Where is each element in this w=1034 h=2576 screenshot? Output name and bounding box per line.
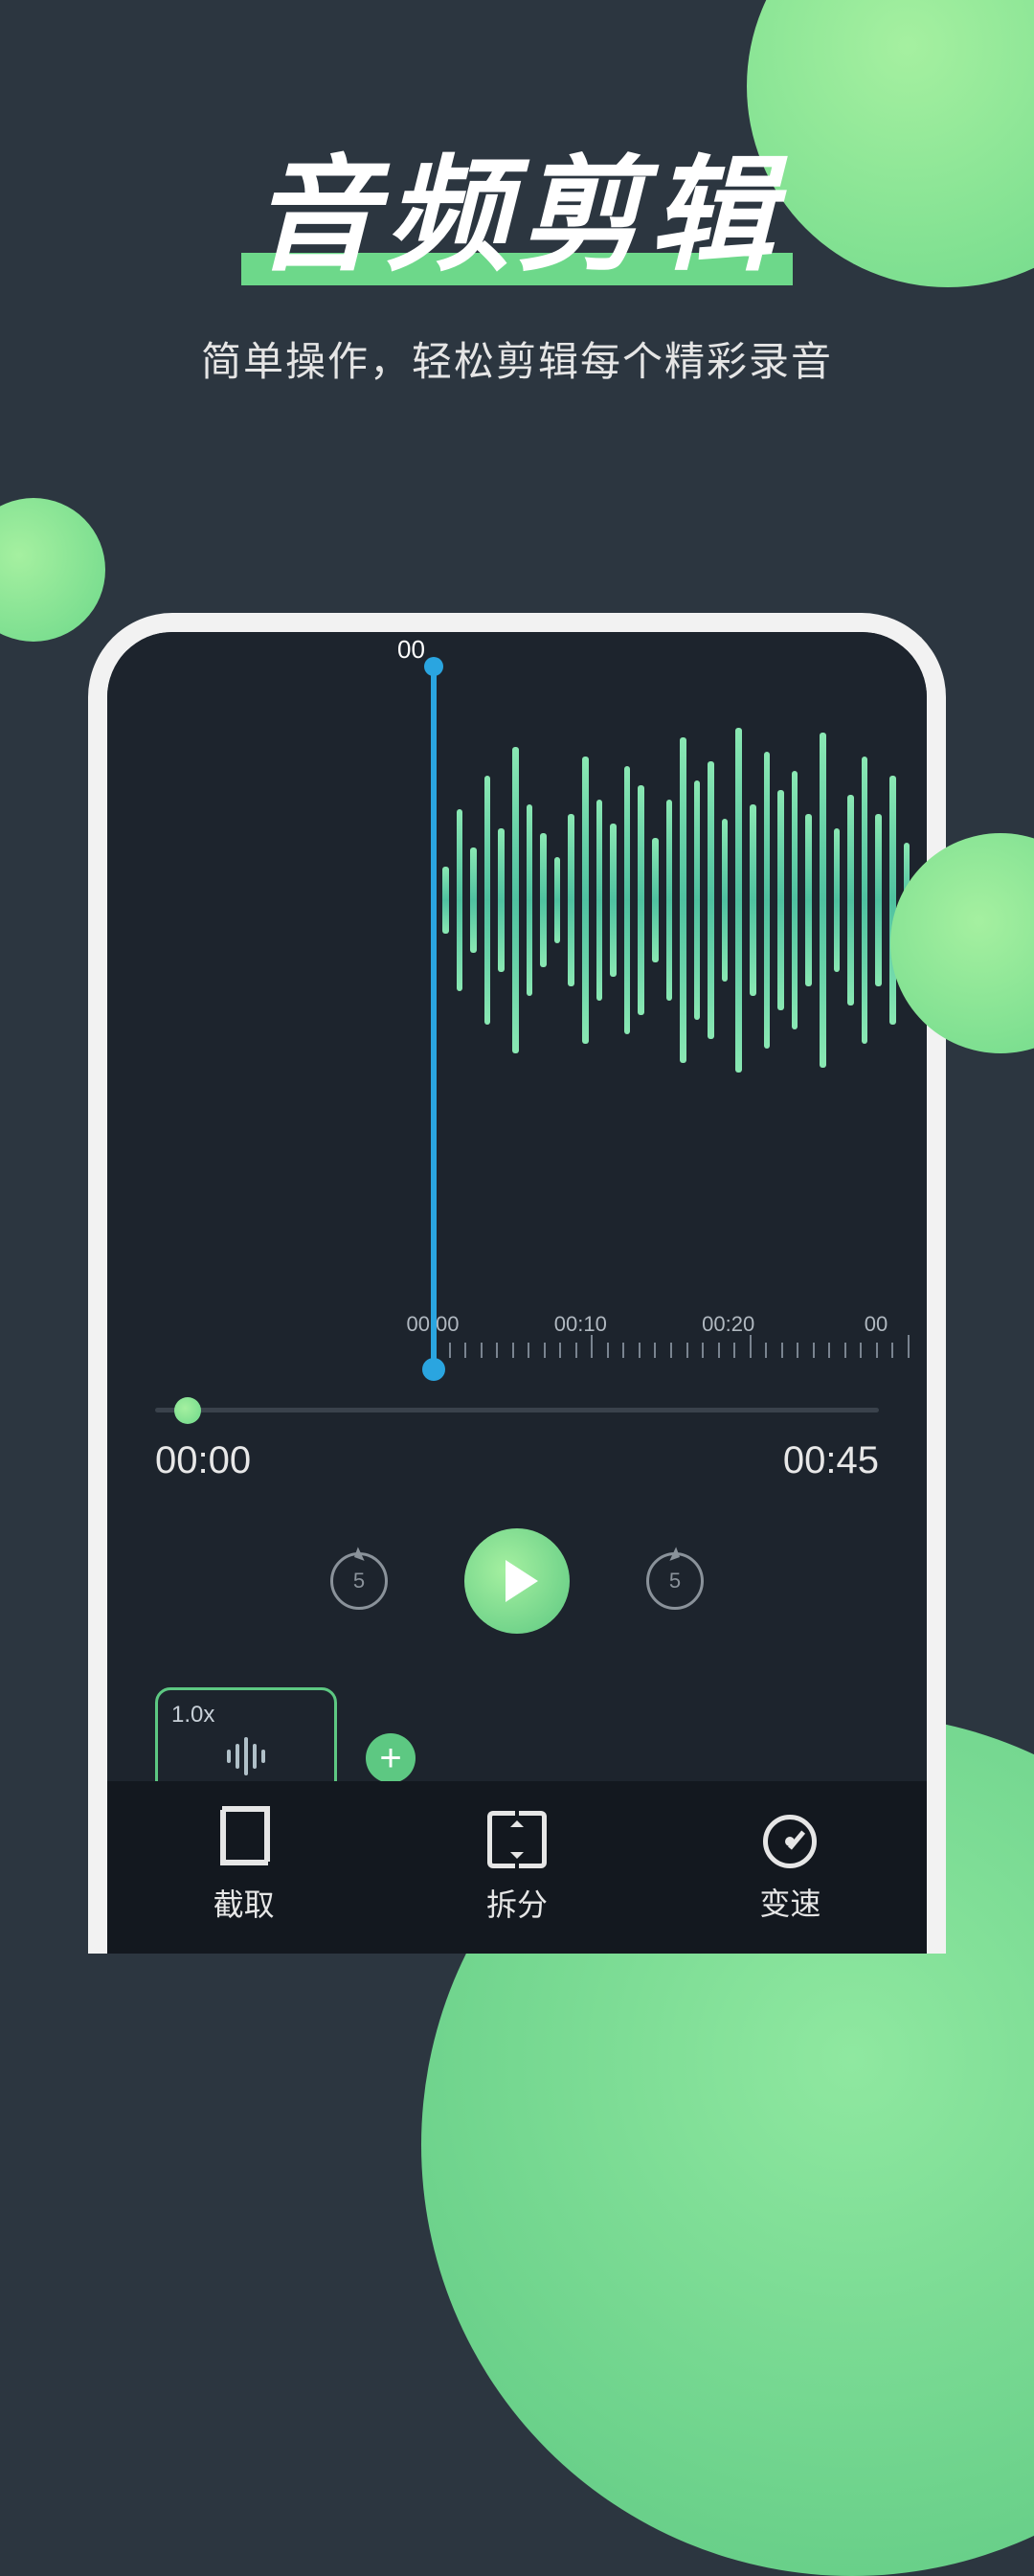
rewind-arrow-icon (344, 1547, 364, 1567)
plus-icon: + (379, 1737, 401, 1780)
forward-arrow-icon (669, 1547, 689, 1567)
playback-controls: 5 5 (107, 1528, 927, 1634)
playhead-label: 00 00 (397, 613, 437, 665)
time-ruler[interactable]: 00:0000:1000:2000 (433, 1312, 910, 1360)
add-clip-button[interactable]: + (366, 1733, 416, 1783)
ruler-ticks (433, 1312, 910, 1360)
forward-5-button[interactable]: 5 (646, 1552, 704, 1610)
rewind-5-button[interactable]: 5 (330, 1552, 388, 1610)
waveform-area[interactable]: 00 00 00:0000:1000:2000 (107, 632, 927, 1369)
seek-slider[interactable] (155, 1408, 879, 1412)
split-icon (487, 1810, 547, 1869)
hero-heading: 音频剪辑 简单操作，轻松剪辑每个精彩录音 (0, 115, 1034, 388)
total-time: 00:45 (783, 1439, 879, 1482)
crop-icon (214, 1810, 274, 1869)
tool-label: 拆分 (486, 1881, 548, 1925)
seek-track (155, 1408, 879, 1412)
title-text: 音频剪辑 (253, 146, 781, 285)
phone-frame: 00 00 00:0000:1000:2000 00:00 00:45 5 (88, 613, 946, 1954)
tool-label: 截取 (214, 1881, 275, 1925)
playhead[interactable]: 00 00 (431, 659, 437, 1369)
bottom-toolbar: 截取 拆分 变速 (107, 1781, 927, 1954)
time-display: 00:00 00:45 (155, 1439, 879, 1482)
clip-thumbnail-wave (171, 1732, 321, 1780)
clip-playback-rate: 1.0x (171, 1702, 321, 1729)
tool-split[interactable]: 拆分 (380, 1781, 653, 1954)
play-button[interactable] (464, 1528, 570, 1634)
rewind-amount: 5 (353, 1569, 365, 1593)
waveform (442, 699, 910, 1101)
speed-icon (763, 1815, 817, 1868)
tool-label: 变速 (759, 1880, 820, 1924)
tool-speed[interactable]: 变速 (654, 1781, 927, 1954)
hero-subtitle: 简单操作，轻松剪辑每个精彩录音 (0, 329, 1034, 388)
playhead-bottom-dot (422, 1358, 445, 1381)
phone-screen: 00 00 00:0000:1000:2000 00:00 00:45 5 (107, 632, 927, 1954)
seek-thumb[interactable] (174, 1397, 201, 1424)
forward-amount: 5 (669, 1569, 681, 1593)
current-time: 00:00 (155, 1439, 251, 1482)
decor-circle (0, 498, 105, 642)
tool-crop[interactable]: 截取 (107, 1781, 380, 1954)
play-icon (506, 1560, 538, 1602)
hero-title: 音频剪辑 (253, 115, 781, 295)
